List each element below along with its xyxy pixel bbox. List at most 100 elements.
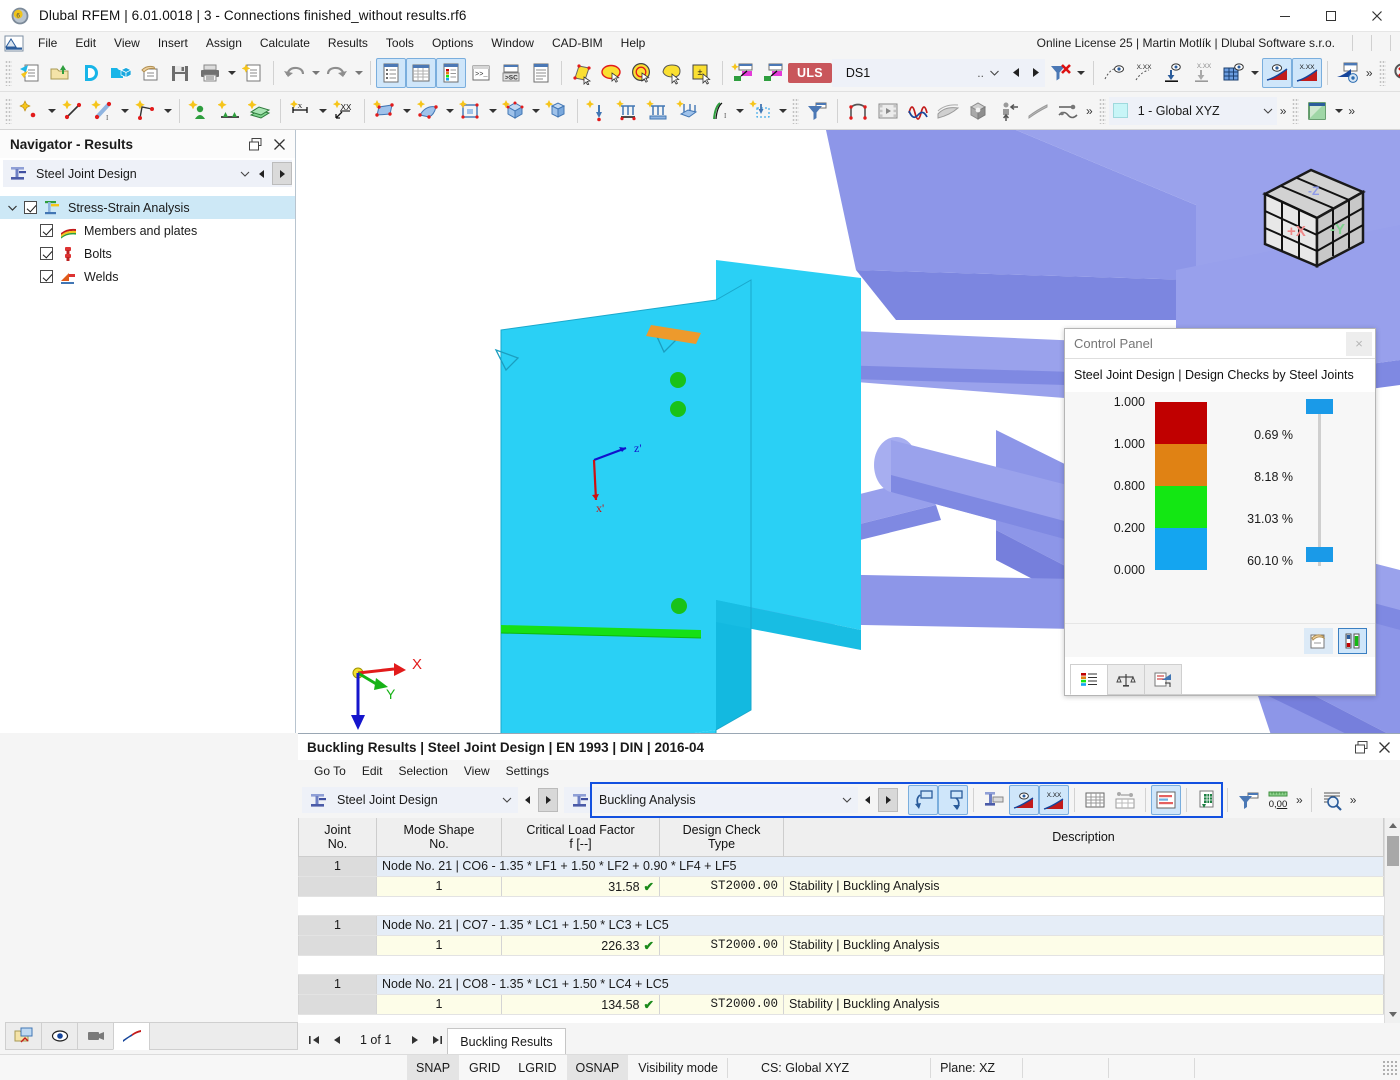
tree-checkbox[interactable] [24, 201, 37, 214]
toolbar2-overflow-2[interactable]: » [1277, 104, 1290, 118]
results-module-next-button[interactable] [538, 788, 558, 812]
viewport-tab-views[interactable] [77, 1022, 114, 1050]
new-surface-support-icon[interactable] [245, 96, 275, 126]
decimal-places-icon[interactable]: 0,00 [1263, 785, 1293, 815]
show-result-values-icon[interactable]: X.XX [1291, 57, 1322, 88]
chevron-down-icon[interactable] [240, 171, 252, 177]
toolbar-grip[interactable] [5, 59, 12, 86]
menu-view[interactable]: View [105, 34, 149, 52]
new-free-load-icon[interactable] [746, 96, 776, 126]
new-free-load-caret[interactable] [776, 96, 789, 126]
clear-filter-icon[interactable] [1045, 58, 1075, 88]
new-nodal-load-icon[interactable] [583, 96, 613, 126]
results-analysis-combo[interactable]: Buckling Analysis [564, 787, 858, 813]
navigator-next-button[interactable] [272, 162, 292, 185]
table-row[interactable]: 1 134.58 ✔ ST2000.00 Stability | Buckling… [298, 994, 1384, 1015]
console-icon[interactable]: >>_ [466, 58, 496, 88]
toolbar-grip[interactable] [5, 97, 12, 124]
menu-edit[interactable]: Edit [66, 34, 105, 52]
chevron-down-icon[interactable] [496, 797, 518, 803]
toolbar2-overflow-1[interactable]: » [1083, 104, 1096, 118]
redo-dropdown-caret[interactable] [352, 58, 365, 88]
column-header-design-check-type[interactable]: Design Check Type [659, 818, 784, 857]
results-module-combo[interactable]: Steel Joint Design [302, 787, 518, 813]
new-load-combination-icon[interactable] [758, 58, 788, 88]
new-imperfection-caret[interactable] [733, 96, 746, 126]
new-dimension-caret[interactable] [316, 96, 329, 126]
column-header-mode-shape-no[interactable]: Mode Shape No. [376, 818, 502, 857]
new-solid-set-icon[interactable] [542, 96, 572, 126]
chevron-down-icon[interactable] [986, 70, 1006, 76]
control-panel-tab-factors[interactable] [1107, 664, 1145, 695]
select-free-shape-icon[interactable] [657, 58, 687, 88]
new-surface-load-icon[interactable] [673, 96, 703, 126]
menu-assign[interactable]: Assign [197, 34, 251, 52]
previous-result-icon[interactable] [908, 785, 938, 815]
results-analysis-prev-button[interactable] [858, 788, 878, 812]
open-recent-icon[interactable] [135, 58, 165, 88]
results-analysis-next-button[interactable] [878, 788, 898, 812]
maximize-button[interactable] [1308, 0, 1354, 32]
scrollbar-thumb[interactable] [1387, 836, 1399, 866]
move-view-icon[interactable] [993, 96, 1023, 126]
tree-checkbox[interactable] [40, 224, 53, 237]
results-menu-edit[interactable]: Edit [354, 762, 391, 780]
navigator-prev-button[interactable] [252, 162, 272, 185]
prev-design-situation-button[interactable] [1006, 58, 1026, 87]
show-deformation-icon[interactable] [1099, 58, 1129, 88]
model-library-icon[interactable] [105, 58, 135, 88]
select-in-circle-icon[interactable] [597, 58, 627, 88]
table-link-view-icon[interactable] [1110, 785, 1140, 815]
pager-prev-button[interactable] [326, 1029, 346, 1051]
expand-collapse-icon[interactable] [8, 205, 24, 211]
close-button[interactable] [1354, 0, 1400, 32]
print-icon[interactable] [195, 58, 225, 88]
chevron-down-icon[interactable] [1263, 108, 1273, 114]
model-frame-icon[interactable] [843, 96, 873, 126]
work-plane-caret[interactable] [1332, 96, 1345, 126]
resize-grip[interactable] [1382, 1059, 1398, 1076]
design-situation-combo[interactable]: DS1 .. [831, 58, 1007, 87]
new-text-label-icon[interactable]: XX [329, 96, 359, 126]
menu-results[interactable]: Results [319, 34, 377, 52]
status-snap-toggle[interactable]: SNAP [407, 1054, 460, 1080]
navigator-undock-button[interactable] [249, 137, 265, 151]
menu-options[interactable]: Options [423, 34, 482, 52]
table-grid-view-icon[interactable] [1080, 785, 1110, 815]
results-tab-buckling-results[interactable]: Buckling Results [447, 1028, 566, 1055]
show-surface-results-icon[interactable] [1219, 58, 1249, 88]
legend-edit-icon[interactable] [1304, 627, 1333, 654]
result-diagram-icon[interactable] [903, 96, 933, 126]
tree-item-welds[interactable]: Welds [0, 265, 295, 288]
show-values-dimmed-icon[interactable]: X.XX [1189, 58, 1219, 88]
results-table-container[interactable]: Joint No. Mode Shape No. Critical Load Fac… [298, 818, 1400, 1023]
toolbar2-overflow-3[interactable]: » [1345, 104, 1358, 118]
tree-item-stress-strain-analysis[interactable]: Stress-Strain Analysis [0, 196, 295, 219]
scroll-down-arrow-icon[interactable] [1385, 1007, 1400, 1023]
new-polyline-caret[interactable] [161, 96, 174, 126]
filter-results-icon[interactable] [802, 96, 832, 126]
new-opening-caret[interactable] [486, 96, 499, 126]
new-dimension-icon[interactable]: X [286, 96, 316, 126]
next-design-situation-button[interactable] [1025, 58, 1045, 87]
toolbar-grip[interactable] [792, 97, 799, 124]
legend-scale-settings-icon[interactable] [1338, 627, 1367, 654]
export-to-excel-icon[interactable] [1192, 785, 1222, 815]
script-console-icon[interactable]: >SC [496, 58, 526, 88]
control-panel-close-button[interactable]: × [1346, 331, 1372, 356]
surface-results-caret[interactable] [1249, 58, 1262, 88]
table-row[interactable]: 1 31.58 ✔ ST2000.00 Stability | Buckling … [298, 876, 1384, 897]
new-imperfection-icon[interactable]: I [703, 96, 733, 126]
clear-results-icon[interactable] [1389, 58, 1400, 88]
status-visibility-mode[interactable]: Visibility mode [629, 1055, 727, 1080]
status-grid-toggle[interactable]: GRID [460, 1055, 509, 1080]
new-member-icon[interactable]: I [88, 96, 118, 126]
render-view-icon[interactable] [963, 96, 993, 126]
section-view-icon[interactable] [1023, 96, 1053, 126]
results-undock-button[interactable] [1355, 740, 1368, 754]
show-result-values-table-icon[interactable]: X.XX [1039, 785, 1069, 815]
status-lgrid-toggle[interactable]: LGRID [509, 1055, 565, 1080]
toolbar-grip[interactable] [1292, 97, 1300, 124]
redo-icon[interactable] [322, 58, 352, 88]
open-model-icon[interactable] [45, 58, 75, 88]
